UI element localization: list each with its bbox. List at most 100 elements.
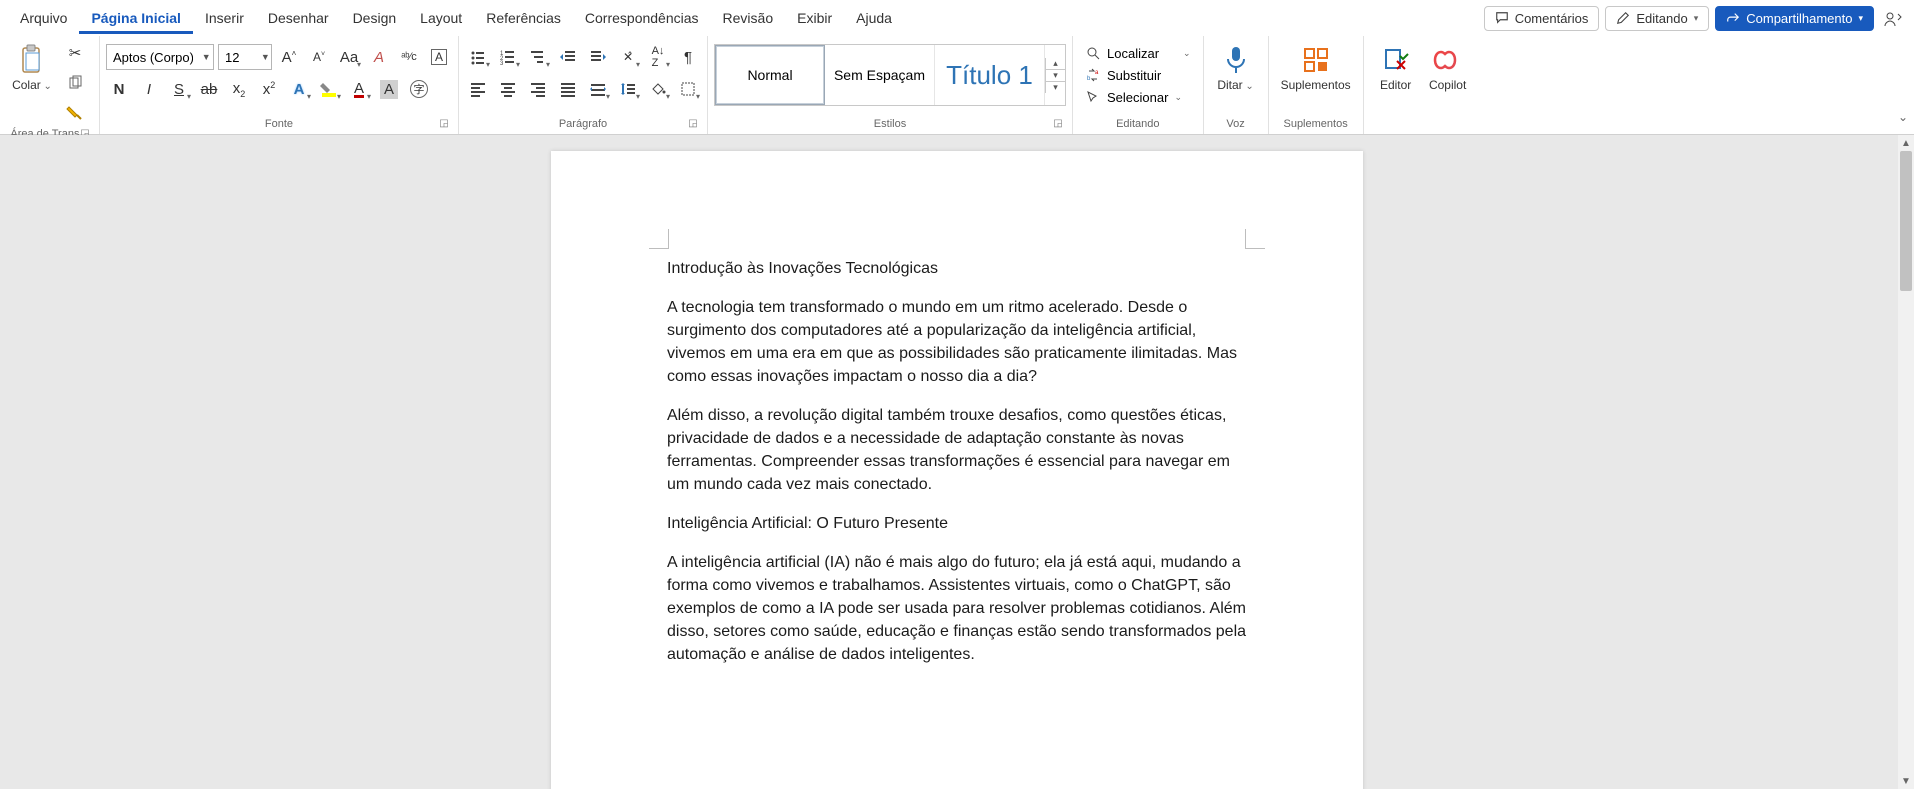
font-size-combo[interactable]: ▼ xyxy=(218,44,272,70)
tab-referencias[interactable]: Referências xyxy=(474,2,573,34)
replace-button[interactable]: ba Substituir xyxy=(1079,64,1167,86)
paragraph[interactable]: Introdução às Inovações Tecnológicas xyxy=(667,257,1247,280)
scroll-track[interactable] xyxy=(1898,151,1914,773)
comments-button[interactable]: Comentários xyxy=(1484,6,1600,31)
page[interactable]: Introdução às Inovações Tecnológicas A t… xyxy=(551,151,1363,789)
vertical-scrollbar[interactable]: ▲ ▼ xyxy=(1898,135,1914,789)
chevron-down-icon[interactable]: ▼ xyxy=(199,52,213,62)
tab-desenhar[interactable]: Desenhar xyxy=(256,2,341,34)
style-no-spacing[interactable]: Sem Espaçam xyxy=(825,45,935,105)
addins-button[interactable]: Suplementos xyxy=(1275,40,1357,96)
select-button[interactable]: Selecionar ⌄ xyxy=(1079,86,1188,108)
increase-indent-button[interactable] xyxy=(585,44,611,70)
scroll-down-button[interactable]: ▼ xyxy=(1898,773,1914,789)
chevron-down-icon[interactable]: ▼ xyxy=(260,52,271,62)
bullets-button[interactable] xyxy=(465,44,491,70)
cut-button[interactable]: ✂ xyxy=(62,40,88,66)
gallery-more[interactable]: ▾ xyxy=(1046,82,1065,93)
chevron-down-icon: ▾ xyxy=(1858,13,1863,24)
tab-revisao[interactable]: Revisão xyxy=(711,2,786,34)
strikethrough-button[interactable]: ab xyxy=(196,76,222,102)
dictate-label: Ditar xyxy=(1217,78,1242,92)
character-shading-button[interactable]: A xyxy=(376,76,402,102)
paragraph[interactable]: A inteligência artificial (IA) não é mai… xyxy=(667,551,1247,666)
account-icon[interactable] xyxy=(1880,5,1906,31)
numbering-button[interactable]: 123 xyxy=(495,44,521,70)
character-border-button[interactable]: A xyxy=(426,44,452,70)
share-button[interactable]: Compartilhamento ▾ xyxy=(1715,6,1874,31)
decrease-indent-button[interactable] xyxy=(555,44,581,70)
change-case-button[interactable]: Aa xyxy=(336,44,362,70)
tab-inserir[interactable]: Inserir xyxy=(193,2,256,34)
bold-button[interactable]: N xyxy=(106,76,132,102)
shrink-font-button[interactable]: A˅ xyxy=(306,44,332,70)
paragraph[interactable]: A tecnologia tem transformado o mundo em… xyxy=(667,296,1247,388)
paragraph[interactable]: Além disso, a revolução digital também t… xyxy=(667,404,1247,496)
paragraph-launcher[interactable]: ◲ xyxy=(687,118,699,130)
text-effects-button[interactable]: A xyxy=(286,76,312,102)
document-area[interactable]: Introdução às Inovações Tecnológicas A t… xyxy=(0,135,1914,789)
styles-launcher[interactable]: ◲ xyxy=(1052,118,1064,130)
distributed-button[interactable] xyxy=(585,76,611,102)
tab-ajuda[interactable]: Ajuda xyxy=(844,2,904,34)
align-left-button[interactable] xyxy=(465,76,491,102)
phonetic-guide-button[interactable]: ᵃᵇ⁄c xyxy=(396,44,422,70)
italic-button[interactable]: I xyxy=(136,76,162,102)
style-normal[interactable]: Normal xyxy=(715,45,825,105)
grow-font-icon: A˄ xyxy=(282,49,297,66)
underline-button[interactable]: S xyxy=(166,76,192,102)
paste-button[interactable]: Colar xyxy=(6,40,58,96)
shading-button[interactable] xyxy=(645,76,671,102)
font-launcher[interactable]: ◲ xyxy=(438,118,450,130)
scroll-up-button[interactable]: ▲ xyxy=(1898,135,1914,151)
tab-correspondencias[interactable]: Correspondências xyxy=(573,2,711,34)
font-size-input[interactable] xyxy=(219,50,260,65)
paragraph[interactable]: Inteligência Artificial: O Futuro Presen… xyxy=(667,512,1247,535)
subscript-button[interactable]: x2 xyxy=(226,76,252,102)
tab-arquivo[interactable]: Arquivo xyxy=(8,2,79,34)
asian-layout-button[interactable]: ✕̂ xyxy=(615,44,641,70)
chevron-down-icon: ▾ xyxy=(1694,13,1699,24)
copy-button[interactable] xyxy=(62,70,88,96)
superscript-button[interactable]: x2 xyxy=(256,76,282,102)
align-right-button[interactable] xyxy=(525,76,551,102)
borders-button[interactable] xyxy=(675,76,701,102)
editing-mode-button[interactable]: Editando ▾ xyxy=(1605,6,1709,31)
multilevel-list-button[interactable] xyxy=(525,44,551,70)
bucket-icon xyxy=(650,81,666,97)
font-name-combo[interactable]: ▼ xyxy=(106,44,214,70)
group-styles: Normal Sem Espaçam Título 1 ▴ ▾ ▾ Estilo… xyxy=(708,36,1073,134)
tab-exibir[interactable]: Exibir xyxy=(785,2,844,34)
chevron-down-icon: ⌄ xyxy=(1183,48,1191,59)
collapse-ribbon-button[interactable]: ⌄ xyxy=(1898,110,1908,124)
style-heading1[interactable]: Título 1 xyxy=(935,45,1045,105)
justify-button[interactable] xyxy=(555,76,581,102)
font-color-button[interactable]: A xyxy=(346,76,372,102)
scissors-icon: ✂ xyxy=(69,44,82,62)
document-body[interactable]: Introdução às Inovações Tecnológicas A t… xyxy=(551,151,1363,742)
format-painter-button[interactable] xyxy=(62,100,88,126)
dictate-button[interactable]: Ditar xyxy=(1210,40,1262,96)
tab-layout[interactable]: Layout xyxy=(408,2,474,34)
grow-font-button[interactable]: A˄ xyxy=(276,44,302,70)
line-spacing-button[interactable] xyxy=(615,76,641,102)
gallery-up[interactable]: ▴ xyxy=(1046,58,1065,70)
margin-corner xyxy=(1245,229,1265,249)
copilot-icon xyxy=(1432,44,1464,76)
group-label: Fonte xyxy=(265,118,293,130)
group-editing: Localizar ⌄ ba Substituir Selecionar ⌄ E… xyxy=(1073,36,1204,134)
tab-pagina-inicial[interactable]: Página Inicial xyxy=(79,2,192,34)
clear-formatting-button[interactable]: A xyxy=(366,44,392,70)
highlight-button[interactable] xyxy=(316,76,342,102)
show-marks-button[interactable]: ¶ xyxy=(675,44,701,70)
tab-design[interactable]: Design xyxy=(341,2,409,34)
gallery-down[interactable]: ▾ xyxy=(1046,70,1065,82)
sort-button[interactable]: A↓Z xyxy=(645,44,671,70)
font-name-input[interactable] xyxy=(107,50,199,65)
copilot-button[interactable]: Copilot xyxy=(1422,40,1474,96)
find-button[interactable]: Localizar ⌄ xyxy=(1079,42,1197,64)
editor-button[interactable]: Editor xyxy=(1370,40,1422,96)
scroll-thumb[interactable] xyxy=(1900,151,1912,291)
enclose-characters-button[interactable]: 字 xyxy=(406,76,432,102)
align-center-button[interactable] xyxy=(495,76,521,102)
